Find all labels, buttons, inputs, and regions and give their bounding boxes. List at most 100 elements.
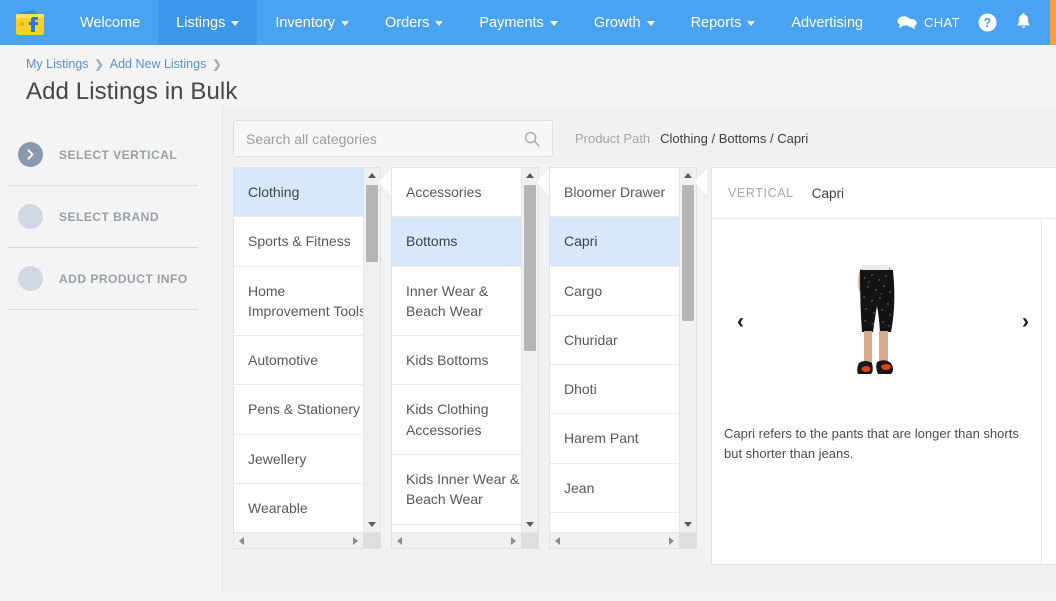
category-columns: Clothing Sports & Fitness Home Improveme… [223,157,1056,565]
column-2-list: Accessories Bottoms Inner Wear & Beach W… [392,168,538,532]
column-3-horizontal-scrollbar[interactable] [550,532,696,548]
chat-button[interactable]: CHAT [897,15,960,30]
chevron-down-icon [747,21,756,26]
list-item[interactable]: Automotive [234,336,380,386]
page-header: My Listings ❯ Add New Listings ❯ Add Lis… [0,45,1056,106]
preview-vertical-label: VERTICAL [728,186,794,200]
preview-body: ‹ › Capri refers to the pants that are l… [712,219,1056,565]
list-item[interactable]: Jean [550,463,696,514]
list-item[interactable]: Kids Inner Wear & Beach Wear [392,455,538,525]
list-item[interactable]: Jegging [550,513,696,532]
nav-item-payments[interactable]: Payments [461,0,575,45]
search-categories-box[interactable] [233,120,553,157]
category-selector-panel: Product Path Clothing / Bottoms / Capri … [222,106,1056,592]
help-circle-icon[interactable]: ? [978,13,997,32]
column-2-vertical-scrollbar[interactable] [521,168,538,532]
list-item[interactable]: Sports & Fitness [234,217,380,267]
column-2-horizontal-scrollbar[interactable] [392,532,538,548]
scroll-down-arrow-icon[interactable] [522,517,538,532]
vertical-column-2: Accessories Bottoms Inner Wear & Beach W… [391,167,539,549]
nav-item-listings[interactable]: Listings [158,0,258,45]
nav-item-orders[interactable]: Orders [367,0,461,45]
preview-vertical-value: Capri [811,185,844,201]
scroll-up-arrow-icon[interactable] [680,168,696,183]
list-item[interactable]: Bottoms [392,217,538,267]
nav-label: Reports [690,14,742,31]
column-1-vertical-scrollbar[interactable] [363,168,380,532]
scroll-down-arrow-icon[interactable] [680,517,696,532]
scrollbar-thumb[interactable] [366,185,378,262]
scrollbar-thumb[interactable] [524,185,536,351]
scroll-down-arrow-icon[interactable] [364,517,380,532]
scrollbar-corner [363,533,380,548]
list-item[interactable]: Inner Wear & Beach Wear [392,266,538,337]
list-item[interactable]: Bloomer Drawer [550,168,696,218]
list-item[interactable]: Cargo [550,266,696,316]
flipkart-logo[interactable] [0,0,62,45]
scroll-up-arrow-icon[interactable] [522,168,538,183]
list-item[interactable]: Home Improvement Tools [234,266,380,337]
nav-items: Welcome Listings Inventory Orders Paymen… [62,0,881,45]
preview-header: VERTICAL Capri [712,168,1056,219]
preview-next-arrow[interactable]: › [1022,310,1029,334]
step-label: SELECT BRAND [59,209,160,224]
svg-text:?: ? [984,16,992,30]
nav-item-inventory[interactable]: Inventory [257,0,367,45]
chevron-down-icon [341,21,349,26]
scroll-right-arrow-icon[interactable] [506,536,521,545]
preview-side-area [1042,219,1056,565]
list-item[interactable]: Pens & Stationery [234,385,380,435]
scroll-right-arrow-icon[interactable] [348,536,363,545]
search-icon[interactable] [524,131,540,147]
list-item[interactable]: Jewellery [234,434,380,485]
step-add-product-info[interactable]: ADD PRODUCT INFO [0,248,222,309]
step-label: SELECT VERTICAL [59,147,178,162]
list-item[interactable]: Capri [550,217,696,267]
nav-item-reports[interactable]: Reports [673,0,774,45]
nav-label: Advertising [791,14,864,31]
notification-bell-icon[interactable] [1015,13,1032,32]
preview-prev-arrow[interactable]: ‹ [737,310,744,334]
scrollbar-corner [679,533,696,548]
vertical-column-1: Clothing Sports & Fitness Home Improveme… [233,167,381,549]
search-input[interactable] [246,130,524,147]
chevron-down-icon [646,21,655,26]
nav-item-advertising[interactable]: Advertising [773,0,881,45]
page-body: SELECT VERTICAL SELECT BRAND ADD PRODUCT… [0,106,1056,592]
list-item[interactable]: Accessories [392,168,538,218]
nav-label: Orders [385,14,430,31]
nav-label: Growth [593,14,641,31]
nav-right-actions: CHAT ? [897,0,1056,45]
list-item[interactable]: Clothing [234,168,380,218]
breadcrumb-my-listings[interactable]: My Listings [26,57,89,71]
breadcrumb: My Listings ❯ Add New Listings ❯ [26,57,1056,71]
breadcrumb-separator: ❯ [94,58,104,71]
list-item[interactable]: Wearable [234,484,380,532]
list-item[interactable]: Kids Bottoms [392,336,538,386]
scroll-left-arrow-icon[interactable] [550,536,565,545]
step-select-brand[interactable]: SELECT BRAND [0,186,222,247]
list-item[interactable]: Dhoti [550,365,696,415]
list-item[interactable]: Harem Pant [550,414,696,464]
list-item[interactable]: Churidar [550,315,696,366]
column-3-list: Bloomer Drawer Capri Cargo Churidar Dhot… [550,168,696,532]
scroll-up-arrow-icon[interactable] [364,168,380,183]
list-item[interactable]: Kids Clothing Accessories [392,385,538,456]
breadcrumb-add-new-listings[interactable]: Add New Listings [110,57,207,71]
flipkart-logo-icon [16,9,44,35]
category-toolbar: Product Path Clothing / Bottoms / Capri [223,106,1056,157]
step-select-vertical[interactable]: SELECT VERTICAL [0,124,222,185]
nav-item-growth[interactable]: Growth [576,0,673,45]
nav-item-welcome[interactable]: Welcome [62,0,158,45]
scroll-left-arrow-icon[interactable] [234,536,249,545]
chevron-down-icon [231,21,240,26]
scrollbar-thumb[interactable] [682,185,694,321]
step-divider [8,309,198,310]
scrollbar-corner [521,533,538,548]
scroll-right-arrow-icon[interactable] [664,536,679,545]
scroll-left-arrow-icon[interactable] [392,536,407,545]
column-1-horizontal-scrollbar[interactable] [234,532,380,548]
list-item[interactable]: Kids Suits & [392,524,538,532]
vertical-column-3: Bloomer Drawer Capri Cargo Churidar Dhot… [549,167,697,549]
column-3-vertical-scrollbar[interactable] [679,168,696,532]
